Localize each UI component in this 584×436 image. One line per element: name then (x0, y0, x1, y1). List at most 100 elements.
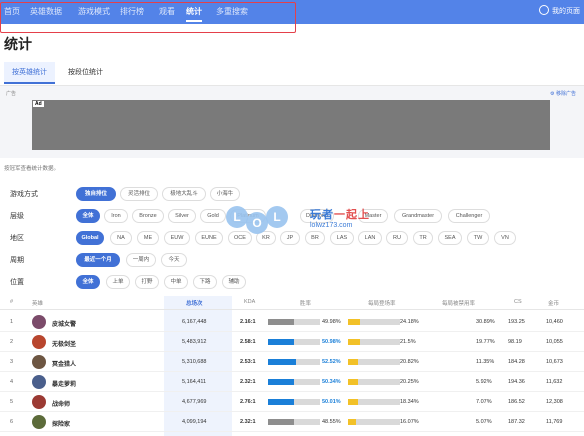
nav-item-rankings[interactable]: 排行榜 (120, 0, 144, 24)
chip-tier-silver[interactable]: Silver (168, 209, 196, 223)
filter-row-position: 位置 全体 上单 打野 中单 下路 辅助 (0, 272, 584, 292)
filter-row-period: 周期 最近一个月 一周内 今天 (0, 250, 584, 270)
nav-item-spectate[interactable]: 观看 (159, 0, 175, 24)
chip-tier-master[interactable]: Master (358, 209, 388, 223)
champion-icon[interactable] (32, 335, 46, 349)
chip-region-las[interactable]: LAS (330, 231, 354, 245)
nav-item-game-modes[interactable]: 游戏模式 (78, 0, 110, 24)
champion-icon[interactable] (32, 395, 46, 409)
chip-region-tw[interactable]: TW (467, 231, 489, 245)
chip-tier-diamond[interactable]: Diamond (300, 209, 334, 223)
chip-tier-gold[interactable]: Gold (200, 209, 226, 223)
chip-region-eune[interactable]: EUNE (195, 231, 223, 245)
chip-region-euw[interactable]: EUW (164, 231, 190, 245)
gold-cell: 10,460 (546, 319, 563, 325)
col-winrate[interactable]: 胜率 (300, 299, 311, 307)
col-cs[interactable]: CS (514, 299, 522, 305)
tab-by-champion[interactable]: 按英雄统计 (4, 62, 55, 84)
cs-cell: 194.36 (508, 379, 525, 385)
my-page-link[interactable]: 我的页面 (539, 0, 580, 24)
chip-region-br[interactable]: BR (305, 231, 325, 245)
chip-region-oce[interactable]: OCE (228, 231, 252, 245)
chip-position-all[interactable]: 全体 (76, 275, 100, 289)
ad-banner[interactable] (32, 100, 550, 150)
filter-row-region: 地区 Global NA ME EUW EUNE OCE KR JP BR LA… (0, 228, 584, 248)
filter-row-queue: 游戏方式 独自排位 灵活排位 极地大乱斗 小海牛 (0, 184, 584, 204)
gold-cell: 10,673 (546, 359, 563, 365)
champion-name[interactable]: 战命师 (52, 399, 70, 408)
chip-region-me[interactable]: ME (137, 231, 159, 245)
col-kda[interactable]: KDA (244, 299, 255, 305)
champion-name[interactable]: 冥金猎人 (52, 359, 76, 368)
winrate-bar-fill (268, 359, 296, 365)
chip-position-support[interactable]: 辅助 (222, 275, 246, 289)
chip-region-jp[interactable]: JP (280, 231, 300, 245)
col-total-games[interactable]: 总场次 (186, 299, 203, 307)
chip-tier-bronze[interactable]: Bronze (132, 209, 164, 223)
remove-ad-link[interactable]: ⚙ 移除广告 (550, 90, 576, 97)
chip-tier-grandmaster[interactable]: Grandmaster (394, 209, 442, 223)
ban-rate-cell: 5.92% (476, 379, 492, 385)
col-pick-rate[interactable]: 每局登场率 (368, 299, 396, 307)
pick-rate-bar-fill (348, 319, 360, 325)
chip-aram[interactable]: 极地大乱斗 (162, 187, 206, 201)
table-row[interactable]: 5 战命师 4,677,969 2.76:1 50.01% 18.34% 7.07% 186.… (0, 392, 584, 412)
chip-period-today[interactable]: 今天 (161, 253, 187, 267)
ad-label: 广告 (6, 91, 17, 97)
champion-name[interactable]: 无极剑圣 (52, 339, 76, 348)
chip-position-bottom[interactable]: 下路 (193, 275, 217, 289)
champion-name[interactable]: 探险家 (52, 419, 70, 428)
chip-flex-ranked[interactable]: 灵活排位 (120, 187, 158, 201)
nav-item-champions[interactable]: 英雄数据 (30, 0, 62, 24)
winrate-bar-fill (268, 379, 294, 385)
champion-icon[interactable] (32, 415, 46, 429)
chip-solo-ranked[interactable]: 独自排位 (76, 187, 116, 201)
winrate-cell: 50.34% (322, 379, 341, 385)
chip-region-na[interactable]: NA (110, 231, 132, 245)
chip-region-ru[interactable]: RU (386, 231, 408, 245)
table-row[interactable]: 6 探险家 4,099,194 2.32:1 48.55% 16.07% 5.07% 187.… (0, 412, 584, 432)
champion-name[interactable]: 皮城女警 (52, 319, 76, 328)
chip-position-mid[interactable]: 中单 (164, 275, 188, 289)
chip-region-kr[interactable]: KR (256, 231, 276, 245)
chip-period-week[interactable]: 一周内 (126, 253, 156, 267)
chip-tier-platinum[interactable]: Platinum (230, 209, 266, 223)
kda-cell: 2.53:1 (240, 359, 256, 365)
chip-small[interactable]: 小海牛 (210, 187, 240, 201)
champion-icon[interactable] (32, 315, 46, 329)
cs-cell: 193.25 (508, 319, 525, 325)
chip-region-lan[interactable]: LAN (358, 231, 382, 245)
filter-label: 位置 (10, 279, 24, 286)
kda-cell: 2.16:1 (240, 319, 256, 325)
table-header: # 英雄 总场次 KDA 胜率 每局登场率 每局被禁用率 CS 金币 (0, 296, 584, 310)
champion-icon[interactable] (32, 355, 46, 369)
champion-name[interactable]: 暴走萝莉 (52, 379, 76, 388)
pick-rate-cell: 24.18% (400, 319, 419, 325)
chip-tier-all[interactable]: 全体 (76, 209, 100, 223)
col-champion[interactable]: 英雄 (32, 299, 43, 307)
chip-region-vn[interactable]: VN (494, 231, 516, 245)
chip-tier-challenger[interactable]: Challenger (448, 209, 490, 223)
table-row[interactable]: 1 皮城女警 6,167,448 2.16:1 49.98% 24.18% 30.89% 19… (0, 312, 584, 332)
gold-cell: 11,632 (546, 379, 563, 385)
table-row[interactable]: 3 冥金猎人 5,310,688 2.53:1 52.52% 20.82% 11.35% 18… (0, 352, 584, 372)
col-gold[interactable]: 金币 (548, 299, 559, 307)
chip-region-sea[interactable]: SEA (438, 231, 462, 245)
col-ban-rate[interactable]: 每局被禁用率 (442, 299, 475, 307)
nav-item-multisearch[interactable]: 多重搜索 (216, 0, 248, 24)
nav-item-statistics[interactable]: 统计 (186, 0, 202, 24)
chip-tier-iron[interactable]: Iron (104, 209, 128, 223)
chip-region-tr[interactable]: TR (413, 231, 433, 245)
table-row[interactable]: 4 暴走萝莉 5,164,411 2.32:1 50.34% 20.25% 5.92% 194… (0, 372, 584, 392)
filter-label: 周期 (10, 257, 24, 264)
pick-rate-cell: 20.82% (400, 359, 419, 365)
chip-position-jungle[interactable]: 打野 (135, 275, 159, 289)
chip-position-top[interactable]: 上单 (106, 275, 130, 289)
chip-period-month[interactable]: 最近一个月 (76, 253, 120, 267)
tab-by-tier[interactable]: 按段位统计 (60, 62, 111, 84)
chip-region-global[interactable]: Global (76, 231, 104, 245)
table-row[interactable]: 2 无极剑圣 5,483,912 2.58:1 50.98% 21.5% 19.77% 98.… (0, 332, 584, 352)
winrate-cell: 49.98% (322, 319, 341, 325)
champion-icon[interactable] (32, 375, 46, 389)
nav-item-home[interactable]: 首页 (4, 0, 20, 24)
